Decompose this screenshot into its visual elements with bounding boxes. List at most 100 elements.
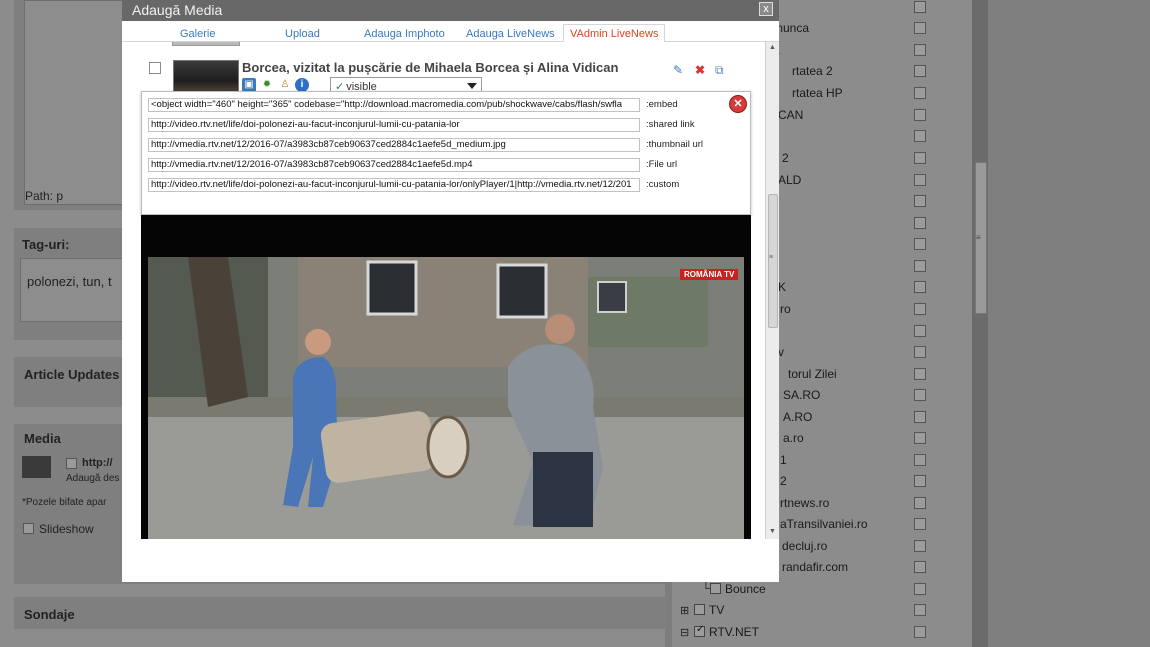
category-checkbox[interactable] bbox=[914, 130, 926, 142]
sondaje-heading[interactable]: Sondaje bbox=[24, 607, 75, 622]
category-checkbox[interactable] bbox=[914, 454, 926, 466]
collapse-minus-icon[interactable]: ⊟ bbox=[680, 626, 689, 639]
category-checkbox[interactable] bbox=[914, 475, 926, 487]
tv-checkbox[interactable] bbox=[694, 604, 705, 615]
expand-plus-icon[interactable]: ⊞ bbox=[680, 604, 689, 617]
channel-watermark: ROMÂNIA TV bbox=[680, 269, 739, 280]
thumbnail-url-label: :thumbnail url bbox=[646, 139, 704, 150]
scroll-down-icon[interactable]: ▼ bbox=[769, 528, 776, 535]
shared-link-label: :shared link bbox=[646, 119, 695, 130]
category-checkbox[interactable] bbox=[914, 325, 926, 337]
category-checkbox[interactable] bbox=[914, 497, 926, 509]
scroll-up-icon[interactable]: ▲ bbox=[769, 44, 776, 51]
category-checkbox[interactable] bbox=[914, 1, 926, 13]
edit-icon[interactable]: ✎ bbox=[673, 63, 683, 77]
video-frame[interactable]: ROMÂNIA TV bbox=[148, 257, 744, 539]
video-player[interactable]: ROMÂNIA TV bbox=[141, 215, 751, 539]
category-checkbox[interactable] bbox=[914, 389, 926, 401]
category-checkbox[interactable] bbox=[914, 411, 926, 423]
category-row: ⊞ TV bbox=[672, 600, 962, 621]
tab-galerie[interactable]: Galerie bbox=[180, 28, 215, 40]
category-checkbox[interactable] bbox=[914, 432, 926, 444]
category-checkbox[interactable] bbox=[914, 152, 926, 164]
embed-close-button[interactable]: ✕ bbox=[729, 95, 747, 113]
embed-code-field[interactable]: <object width="460" height="365" codebas… bbox=[148, 98, 640, 112]
category-label: CAN bbox=[778, 108, 804, 122]
category-label: aTransilvaniei.ro bbox=[780, 517, 868, 531]
sondaje-panel: Sondaje bbox=[14, 597, 666, 629]
dialog-scrollbar[interactable]: ▲ ≡ ▼ bbox=[765, 42, 779, 539]
dialog-titlebar[interactable]: Adaugă Media x bbox=[122, 0, 779, 21]
category-label: TV bbox=[709, 603, 725, 617]
category-checkbox[interactable] bbox=[914, 561, 926, 573]
image-icon[interactable]: ▣ bbox=[242, 78, 256, 92]
thumbnail-url-row: http://vmedia.rtv.net/12/2016-07/a3983cb… bbox=[148, 138, 708, 152]
category-label: rtatea HP bbox=[792, 86, 843, 100]
category-label: RTV.NET bbox=[709, 625, 760, 639]
media-thumbnail bbox=[22, 456, 51, 478]
media-heading: Media bbox=[24, 431, 61, 446]
category-checkbox[interactable] bbox=[914, 109, 926, 121]
path-label: Path: p bbox=[25, 189, 64, 203]
tab-bar: Galerie Upload Adauga Imphoto Adauga Liv… bbox=[122, 21, 779, 43]
category-checkbox[interactable] bbox=[914, 604, 926, 616]
category-checkbox[interactable] bbox=[914, 368, 926, 380]
category-checkbox[interactable] bbox=[914, 22, 926, 34]
category-checkbox[interactable] bbox=[914, 65, 926, 77]
category-checkbox[interactable] bbox=[914, 281, 926, 293]
info-icon[interactable]: i bbox=[295, 78, 309, 92]
category-label: rtatea 2 bbox=[792, 64, 833, 78]
category-row: ⊟ RTV.NET bbox=[672, 622, 962, 643]
tab-vadmin-livenews[interactable]: VAdmin LiveNews bbox=[563, 24, 666, 43]
category-checkbox[interactable] bbox=[914, 195, 926, 207]
media-item-checkbox[interactable] bbox=[66, 458, 77, 469]
category-checkbox[interactable] bbox=[914, 174, 926, 186]
chevron-down-icon bbox=[467, 83, 477, 89]
category-row: └ Bounce bbox=[672, 579, 962, 600]
category-label: randafir.com bbox=[782, 560, 849, 574]
gear-icon[interactable]: ✹ bbox=[260, 78, 274, 92]
shared-link-row: http://video.rtv.net/life/doi-polonezi-a… bbox=[148, 118, 708, 132]
article-updates-heading[interactable]: Article Updates bbox=[24, 367, 119, 382]
dialog-close-button[interactable]: x bbox=[759, 2, 773, 16]
category-checkbox[interactable] bbox=[914, 518, 926, 530]
copy-icon[interactable]: ⧉ bbox=[715, 63, 724, 78]
custom-field[interactable]: http://video.rtv.net/life/doi-polonezi-a… bbox=[148, 178, 640, 192]
tree-connector-icon: └ bbox=[702, 583, 710, 595]
media-item-thumbnail[interactable] bbox=[173, 60, 239, 95]
dialog-scrollbar-thumb[interactable] bbox=[768, 194, 778, 328]
person-icon[interactable]: ♙ bbox=[278, 78, 292, 92]
category-checkbox[interactable] bbox=[914, 303, 926, 315]
category-checkbox[interactable] bbox=[914, 626, 926, 638]
category-label: rtnews.ro bbox=[780, 496, 830, 510]
media-item-checkbox[interactable] bbox=[149, 62, 161, 74]
rtv-net-checkbox[interactable] bbox=[694, 624, 705, 637]
slideshow-checkbox[interactable] bbox=[23, 523, 34, 534]
page-scrollbar-track[interactable] bbox=[972, 0, 988, 647]
category-checkbox[interactable] bbox=[914, 260, 926, 272]
category-checkbox[interactable] bbox=[914, 217, 926, 229]
embed-label: :embed bbox=[646, 99, 678, 110]
category-label: Bounce bbox=[725, 582, 766, 596]
thumbnail-url-field[interactable]: http://vmedia.rtv.net/12/2016-07/a3983cb… bbox=[148, 138, 640, 152]
category-checkbox[interactable] bbox=[914, 583, 926, 595]
tab-upload[interactable]: Upload bbox=[285, 28, 320, 40]
category-checkbox[interactable] bbox=[914, 238, 926, 250]
delete-icon[interactable]: ✖ bbox=[695, 63, 705, 77]
tab-adauga-imphoto[interactable]: Adauga Imphoto bbox=[364, 28, 445, 40]
media-item-description: Adaugă des bbox=[66, 473, 120, 484]
grip-icon: ≡ bbox=[976, 233, 981, 242]
category-checkbox[interactable] bbox=[914, 346, 926, 358]
page-margin bbox=[988, 0, 1150, 647]
category-checkbox[interactable] bbox=[914, 540, 926, 552]
file-url-field[interactable]: http://vmedia.rtv.net/12/2016-07/a3983cb… bbox=[148, 158, 640, 172]
category-checkbox[interactable] bbox=[914, 87, 926, 99]
file-url-row: http://vmedia.rtv.net/12/2016-07/a3983cb… bbox=[148, 158, 708, 172]
category-label: SA.RO bbox=[783, 388, 821, 402]
custom-label: :custom bbox=[646, 179, 680, 190]
tab-adauga-livenews[interactable]: Adauga LiveNews bbox=[466, 28, 555, 40]
category-checkbox[interactable] bbox=[914, 44, 926, 56]
shared-link-field[interactable]: http://video.rtv.net/life/doi-polonezi-a… bbox=[148, 118, 640, 132]
embed-info-panel: <object width="460" height="365" codebas… bbox=[141, 91, 751, 215]
bounce-checkbox[interactable] bbox=[710, 583, 721, 594]
